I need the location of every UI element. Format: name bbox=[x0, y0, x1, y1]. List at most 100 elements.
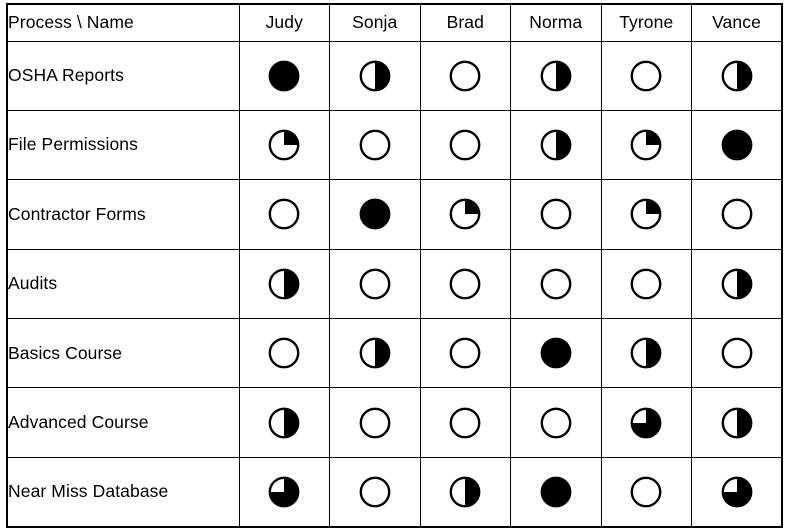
process-label-cell: File Permissions bbox=[6, 109, 240, 181]
rating-cell-vance-basics-course bbox=[691, 318, 783, 389]
half-filled-circle-icon bbox=[629, 336, 663, 370]
table-row: File Permissions bbox=[6, 109, 783, 181]
column-header-tyrone: Tyrone bbox=[600, 3, 692, 42]
empty-circle-icon bbox=[358, 267, 392, 301]
rating-cell-tyrone-contractor-forms bbox=[600, 179, 692, 250]
empty-circle-icon bbox=[720, 336, 754, 370]
table-row: Advanced Course bbox=[6, 387, 783, 458]
rating-cell-judy-audits bbox=[238, 248, 330, 320]
rating-cell-brad-osha-reports bbox=[419, 40, 511, 111]
rating-cell-brad-near-miss-database bbox=[419, 456, 511, 528]
three-quarter-filled-circle-icon bbox=[267, 475, 301, 509]
rating-cell-vance-audits bbox=[691, 248, 783, 320]
rating-cell-judy-file-permissions bbox=[238, 109, 330, 181]
empty-circle-icon bbox=[539, 267, 573, 301]
half-filled-circle-icon bbox=[539, 59, 573, 93]
column-header-sonja: Sonja bbox=[329, 3, 421, 42]
column-header-vance: Vance bbox=[691, 3, 783, 42]
rating-cell-norma-advanced-course bbox=[510, 387, 602, 458]
rating-cell-sonja-near-miss-database bbox=[329, 456, 421, 528]
process-label-cell: Advanced Course bbox=[6, 387, 240, 458]
full-filled-circle-icon bbox=[720, 128, 754, 162]
half-filled-circle-icon bbox=[720, 267, 754, 301]
quarter-filled-circle-icon bbox=[629, 197, 663, 231]
three-quarter-filled-circle-icon bbox=[629, 406, 663, 440]
process-label-cell: Near Miss Database bbox=[6, 456, 240, 528]
table-row: Contractor Forms bbox=[6, 179, 783, 250]
full-filled-circle-icon bbox=[267, 59, 301, 93]
empty-circle-icon bbox=[267, 197, 301, 231]
half-filled-circle-icon bbox=[358, 336, 392, 370]
column-header-brad: Brad bbox=[419, 3, 511, 42]
three-quarter-filled-circle-icon bbox=[720, 475, 754, 509]
empty-circle-icon bbox=[629, 59, 663, 93]
rating-cell-vance-contractor-forms bbox=[691, 179, 783, 250]
rating-cell-norma-basics-course bbox=[510, 318, 602, 389]
corner-header-label: Process \ Name bbox=[6, 3, 240, 42]
half-filled-circle-icon bbox=[448, 475, 482, 509]
rating-cell-tyrone-file-permissions bbox=[600, 109, 692, 181]
half-filled-circle-icon bbox=[720, 59, 754, 93]
empty-circle-icon bbox=[448, 267, 482, 301]
rating-cell-vance-osha-reports bbox=[691, 40, 783, 111]
quarter-filled-circle-icon bbox=[448, 197, 482, 231]
rating-cell-sonja-file-permissions bbox=[329, 109, 421, 181]
full-filled-circle-icon bbox=[539, 336, 573, 370]
empty-circle-icon bbox=[358, 128, 392, 162]
rating-cell-sonja-contractor-forms bbox=[329, 179, 421, 250]
half-filled-circle-icon bbox=[267, 267, 301, 301]
column-header-judy: Judy bbox=[238, 3, 330, 42]
empty-circle-icon bbox=[448, 406, 482, 440]
rating-cell-tyrone-audits bbox=[600, 248, 692, 320]
table-row: OSHA Reports bbox=[6, 40, 783, 111]
rating-cell-brad-basics-course bbox=[419, 318, 511, 389]
rating-cell-vance-advanced-course bbox=[691, 387, 783, 458]
rating-cell-judy-advanced-course bbox=[238, 387, 330, 458]
rating-cell-sonja-osha-reports bbox=[329, 40, 421, 111]
rating-cell-tyrone-osha-reports bbox=[600, 40, 692, 111]
rating-cell-tyrone-near-miss-database bbox=[600, 456, 692, 528]
quarter-filled-circle-icon bbox=[629, 128, 663, 162]
rating-cell-norma-contractor-forms bbox=[510, 179, 602, 250]
empty-circle-icon bbox=[448, 59, 482, 93]
rating-cell-tyrone-advanced-course bbox=[600, 387, 692, 458]
rating-cell-judy-near-miss-database bbox=[238, 456, 330, 528]
empty-circle-icon bbox=[448, 128, 482, 162]
half-filled-circle-icon bbox=[267, 406, 301, 440]
header-row: Process \ Name Judy Sonja Brad Norma Tyr… bbox=[6, 3, 783, 42]
empty-circle-icon bbox=[629, 475, 663, 509]
process-label-cell: Audits bbox=[6, 248, 240, 320]
rating-cell-vance-near-miss-database bbox=[691, 456, 783, 528]
rating-cell-norma-audits bbox=[510, 248, 602, 320]
process-name-matrix-table: Process \ Name Judy Sonja Brad Norma Tyr… bbox=[6, 3, 783, 528]
rating-cell-brad-contractor-forms bbox=[419, 179, 511, 250]
half-filled-circle-icon bbox=[720, 406, 754, 440]
half-filled-circle-icon bbox=[358, 59, 392, 93]
column-header-norma: Norma bbox=[510, 3, 602, 42]
rating-cell-sonja-audits bbox=[329, 248, 421, 320]
empty-circle-icon bbox=[629, 267, 663, 301]
table-body: OSHA Reports File Permissions Contractor… bbox=[6, 40, 783, 528]
rating-cell-tyrone-basics-course bbox=[600, 318, 692, 389]
empty-circle-icon bbox=[267, 336, 301, 370]
full-filled-circle-icon bbox=[358, 197, 392, 231]
empty-circle-icon bbox=[539, 197, 573, 231]
rating-cell-sonja-basics-course bbox=[329, 318, 421, 389]
quarter-filled-circle-icon bbox=[267, 128, 301, 162]
table-row: Near Miss Database bbox=[6, 456, 783, 528]
rating-cell-sonja-advanced-course bbox=[329, 387, 421, 458]
rating-cell-norma-near-miss-database bbox=[510, 456, 602, 528]
process-label-cell: Contractor Forms bbox=[6, 179, 240, 250]
empty-circle-icon bbox=[448, 336, 482, 370]
rating-cell-brad-file-permissions bbox=[419, 109, 511, 181]
table-header: Process \ Name Judy Sonja Brad Norma Tyr… bbox=[6, 3, 783, 42]
empty-circle-icon bbox=[358, 475, 392, 509]
full-filled-circle-icon bbox=[539, 475, 573, 509]
harvey-ball-matrix: Process \ Name Judy Sonja Brad Norma Tyr… bbox=[6, 3, 783, 528]
process-label-cell: OSHA Reports bbox=[6, 40, 240, 111]
rating-cell-norma-file-permissions bbox=[510, 109, 602, 181]
table-row: Basics Course bbox=[6, 318, 783, 389]
rating-cell-judy-osha-reports bbox=[238, 40, 330, 111]
half-filled-circle-icon bbox=[539, 128, 573, 162]
process-label-cell: Basics Course bbox=[6, 318, 240, 389]
